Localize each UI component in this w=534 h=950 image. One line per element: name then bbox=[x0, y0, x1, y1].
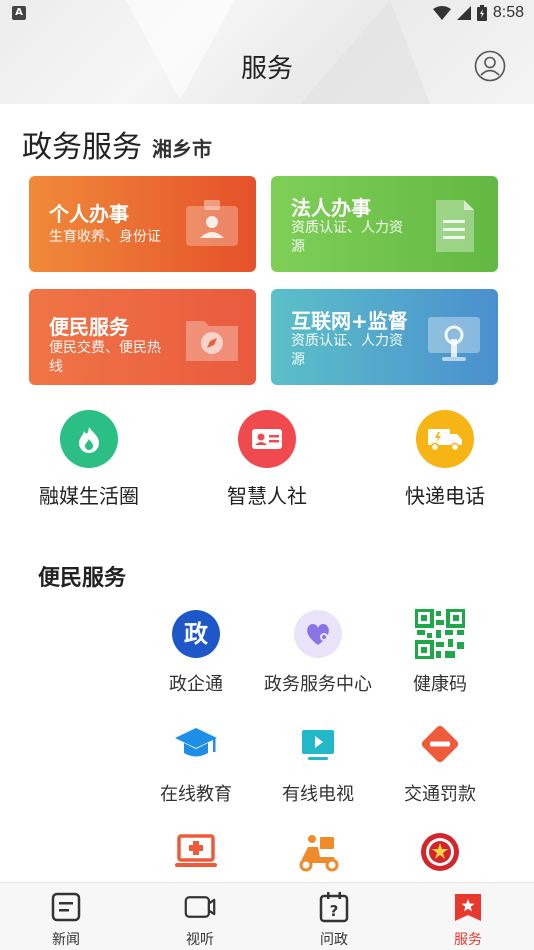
card-title: 法人办事 bbox=[291, 196, 371, 220]
status-time: 8:58 bbox=[492, 4, 524, 21]
app-label: 快递电话 bbox=[405, 484, 485, 508]
card-legal-entity-affairs[interactable]: 法人办事 资质认证、人力资源 bbox=[271, 176, 498, 272]
card-subtitle: 便民交费、便民热线 bbox=[49, 340, 161, 375]
card-subtitle: 资质认证、人力资源 bbox=[291, 333, 403, 368]
profile-button[interactable] bbox=[474, 50, 506, 82]
service-police[interactable] bbox=[375, 826, 505, 878]
nav-label: 问政 bbox=[320, 932, 348, 948]
qr-code-icon bbox=[414, 608, 466, 660]
card-internet-supervision[interactable]: 互联网+监督 资质认证、人力资源 bbox=[271, 289, 498, 385]
service-label: 交通罚款 bbox=[404, 784, 476, 805]
battery-icon bbox=[476, 5, 487, 21]
card-subtitle: 生育收养、身份证 bbox=[49, 229, 161, 245]
service-cable-tv[interactable]: 有线电视 bbox=[253, 718, 383, 806]
news-icon bbox=[51, 892, 81, 922]
app-icon-bg bbox=[238, 410, 296, 468]
service-label: 政务服务中心 bbox=[264, 674, 372, 695]
card-title: 互联网+监督 bbox=[291, 309, 408, 333]
document-icon bbox=[436, 200, 474, 252]
folder-compass-icon bbox=[186, 321, 238, 361]
zheng-glyph: 政 bbox=[172, 610, 220, 658]
bottom-navigation: 新闻 视听 ? 问政 服务 bbox=[0, 882, 534, 950]
page-title: 服务 bbox=[240, 54, 293, 84]
monitor-icon bbox=[428, 317, 480, 361]
service-delivery[interactable] bbox=[253, 826, 383, 878]
status-bar: A 8:58 bbox=[0, 0, 534, 28]
service-health-code[interactable]: 健康码 bbox=[375, 608, 505, 696]
service-label: 在线教育 bbox=[160, 784, 232, 805]
notification-badge: A bbox=[12, 6, 26, 20]
service-traffic-fines[interactable]: 交通罚款 bbox=[375, 718, 505, 806]
service-label: 政企通 bbox=[169, 674, 223, 695]
card-title: 便民服务 bbox=[49, 315, 129, 339]
nav-news[interactable]: 新闻 bbox=[26, 891, 106, 949]
svg-text:?: ? bbox=[330, 902, 339, 920]
service-online-education[interactable]: 在线教育 bbox=[131, 718, 261, 806]
service-zhengqitong[interactable]: 政 政企通 bbox=[131, 608, 261, 696]
signal-icon bbox=[456, 6, 471, 20]
wifi-icon bbox=[432, 6, 451, 20]
nav-label: 视听 bbox=[186, 932, 214, 948]
card-title: 个人办事 bbox=[49, 202, 129, 226]
app-media-life[interactable]: 融媒生活圈 bbox=[14, 410, 164, 509]
card-convenience-services[interactable]: 便民服务 便民交费、便民热线 bbox=[29, 289, 256, 385]
service-label: 健康码 bbox=[413, 674, 467, 695]
title-bar: 服务 bbox=[0, 42, 534, 90]
medical-laptop-icon bbox=[170, 826, 222, 878]
card-subtitle: 资质认证、人力资源 bbox=[291, 220, 403, 255]
zheng-icon: 政 bbox=[170, 608, 222, 660]
city-name[interactable]: 湘乡市 bbox=[152, 133, 212, 162]
status-icons: 8:58 bbox=[432, 4, 524, 22]
service-gov-center[interactable]: 政务服务中心 bbox=[253, 608, 383, 696]
service-medical[interactable] bbox=[131, 826, 261, 878]
app-label: 智慧人社 bbox=[227, 484, 307, 508]
tv-play-icon bbox=[292, 718, 344, 770]
nav-video[interactable]: 视听 bbox=[160, 891, 240, 949]
app-smart-social-security[interactable]: 智慧人社 bbox=[192, 410, 342, 509]
app-icon-bg bbox=[60, 410, 118, 468]
gov-services-title: 政务服务 bbox=[22, 130, 142, 165]
service-label: 有线电视 bbox=[282, 784, 354, 805]
convenience-title: 便民服务 bbox=[38, 566, 127, 591]
nav-label: 新闻 bbox=[52, 932, 80, 948]
app-express-phone[interactable]: 快递电话 bbox=[370, 410, 520, 509]
id-card-icon bbox=[186, 200, 238, 246]
service-bookmark-icon bbox=[455, 894, 481, 921]
nav-services[interactable]: 服务 bbox=[428, 891, 508, 949]
app-label: 融媒生活圈 bbox=[39, 484, 139, 508]
scooter-delivery-icon bbox=[292, 826, 344, 878]
police-emblem-icon bbox=[414, 826, 466, 878]
no-entry-icon bbox=[414, 718, 466, 770]
flame-icon bbox=[79, 427, 99, 453]
delivery-truck-icon bbox=[428, 429, 462, 452]
nav-inquiry[interactable]: ? 问政 bbox=[294, 891, 374, 949]
app-icon-bg bbox=[416, 410, 474, 468]
graduation-cap-icon bbox=[170, 718, 222, 770]
question-calendar-icon: ? bbox=[319, 892, 349, 923]
video-icon bbox=[184, 896, 216, 918]
heart-chat-icon bbox=[292, 608, 344, 660]
id-card-icon bbox=[252, 429, 282, 449]
nav-label: 服务 bbox=[454, 932, 482, 948]
card-personal-affairs[interactable]: 个人办事 生育收养、身份证 bbox=[29, 176, 256, 272]
user-profile-icon bbox=[474, 50, 506, 82]
